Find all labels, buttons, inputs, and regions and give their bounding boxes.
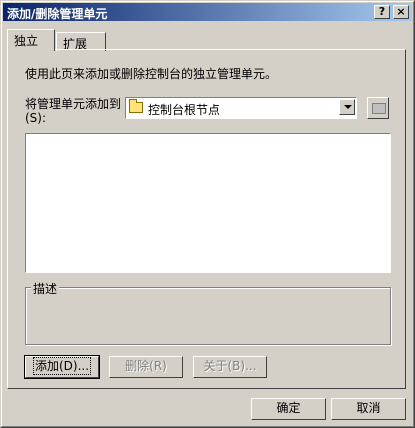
tab-standalone-label: 独立	[14, 34, 39, 48]
folder-icon	[129, 99, 143, 113]
about-button[interactable]: 关于(B)...	[193, 356, 267, 378]
description-group-title: 描述	[31, 280, 60, 297]
add-button[interactable]: 添加(D)...	[24, 355, 100, 379]
add-to-label: 将管理单元添加到(S):	[25, 97, 122, 125]
remove-button-label: 删除(R)	[125, 359, 167, 373]
title-bar[interactable]: 添加/删除管理单元 ? ×	[3, 3, 412, 21]
snapin-list[interactable]	[25, 133, 391, 273]
tab-standalone[interactable]: 独立	[7, 29, 55, 51]
remove-button[interactable]: 删除(R)	[109, 356, 183, 378]
ok-button[interactable]: 确定	[251, 398, 326, 420]
add-to-dropdown[interactable]: 控制台根节点	[125, 97, 357, 119]
panel-description: 使用此页来添加或删除控制台的独立管理单元。	[25, 67, 278, 81]
cancel-button[interactable]: 取消	[331, 398, 406, 420]
close-button[interactable]: ×	[393, 5, 409, 19]
dialog-window: 添加/删除管理单元 ? × 独立 扩展 使用此页来添加或删除控制台的独立管理单元…	[0, 0, 415, 428]
dropdown-arrow-button[interactable]	[339, 99, 355, 115]
help-button[interactable]: ?	[374, 5, 390, 19]
description-group	[25, 287, 391, 345]
up-level-button[interactable]	[367, 97, 389, 119]
window-title: 添加/删除管理单元	[7, 7, 108, 21]
cancel-button-label: 取消	[356, 401, 381, 415]
add-to-selected-value: 控制台根节点	[148, 103, 221, 117]
add-button-label: 添加(D)...	[32, 357, 92, 375]
about-button-label: 关于(B)...	[203, 359, 257, 373]
ok-button-label: 确定	[276, 401, 301, 415]
folder-up-icon	[372, 103, 386, 114]
